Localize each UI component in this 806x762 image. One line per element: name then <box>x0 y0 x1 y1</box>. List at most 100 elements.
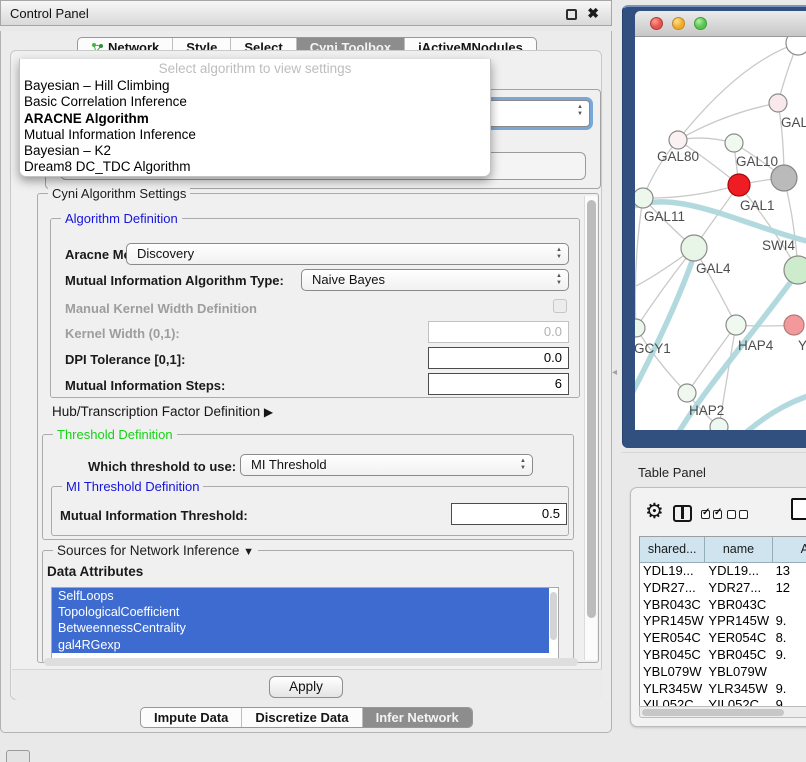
network-node-label: GAL80 <box>657 149 699 164</box>
attribute-item-selected[interactable]: BetweennessCentrality <box>52 620 549 636</box>
network-node-label: SWI4 <box>762 238 795 253</box>
table-cell: 9. <box>773 613 806 630</box>
tab-infer-network[interactable]: Infer Network <box>363 708 472 727</box>
algorithm-option[interactable]: Mutual Information Inference <box>20 127 490 143</box>
algorithm-option[interactable]: Bayesian – K2 <box>20 143 490 159</box>
network-node[interactable] <box>710 418 728 430</box>
network-edge[interactable] <box>678 43 798 140</box>
mi-threshold-input[interactable]: 0.5 <box>451 503 567 525</box>
network-edge[interactable] <box>635 198 643 328</box>
node-table: shared... name A YDL19...YDL19...13YDR27… <box>639 536 806 706</box>
algorithm-option[interactable]: Basic Correlation Inference <box>20 94 490 110</box>
sources-title-toggle[interactable]: Sources for Network Inference ▼ <box>53 543 258 558</box>
sources-title: Sources for Network Inference <box>57 543 239 558</box>
table-row[interactable]: YBR043CYBR043C <box>640 597 806 614</box>
close-traffic-light[interactable] <box>650 17 663 30</box>
table-row[interactable]: YBR045CYBR045C9. <box>640 647 806 664</box>
network-node-label: GAL <box>781 115 806 130</box>
network-edge-thick[interactable] <box>743 393 806 430</box>
network-node-y[interactable] <box>784 315 804 335</box>
tab-discretize-data[interactable]: Discretize Data <box>242 708 362 727</box>
network-node-gal11[interactable] <box>635 188 653 208</box>
minimize-traffic-light[interactable] <box>672 17 685 30</box>
mini-dock-button[interactable] <box>6 750 30 762</box>
table-row[interactable]: YIL052CYIL052C9. <box>640 697 806 706</box>
settings-scrollbar[interactable] <box>584 196 597 660</box>
data-attributes-list[interactable]: SelfLoops TopologicalCoefficient Between… <box>51 587 559 659</box>
network-node-gal1[interactable] <box>728 174 750 196</box>
tab-impute-data[interactable]: Impute Data <box>141 708 242 727</box>
mi-type-combo[interactable]: Naive Bayes ▲▼ <box>301 269 569 291</box>
network-node-gal80[interactable] <box>669 131 687 149</box>
network-node-gal[interactable] <box>769 94 787 112</box>
network-node-hap4[interactable] <box>726 315 746 335</box>
dpi-tolerance-input[interactable]: 0.0 <box>428 347 569 369</box>
screen: Control Panel ✖ Network Style Select Cyn… <box>0 0 806 762</box>
network-window-titlebar[interactable] <box>635 11 806 37</box>
algorithm-option[interactable]: Bayesian – Hill Climbing <box>20 78 490 94</box>
column-header[interactable]: A <box>773 537 806 563</box>
network-node-gcy1[interactable] <box>635 319 645 337</box>
network-canvas-svg: GALGAL80GAL10GAL1GAL11GAL4SWI4HAP4YGCY1H… <box>635 37 806 430</box>
settings-scrollbar-thumb[interactable] <box>587 200 596 618</box>
table-panel-title: Table Panel <box>638 465 706 480</box>
float-window-icon[interactable] <box>566 9 577 20</box>
network-node[interactable] <box>786 37 806 55</box>
table-row[interactable]: YDR27...YDR27...12 <box>640 580 806 597</box>
table-scrollbar-thumb[interactable] <box>642 709 784 716</box>
cyni-toolbox-panel: ▲▼ gal-filtered sif default node Select … <box>10 50 602 700</box>
column-header[interactable]: shared... <box>640 537 705 563</box>
table-cell: YER054C <box>640 630 705 647</box>
network-edge[interactable] <box>643 185 739 198</box>
attribute-item-selected[interactable]: gal4RGexp <box>52 637 549 653</box>
table-panel-separator <box>622 452 806 453</box>
manual-kernel-checkbox[interactable] <box>553 299 567 313</box>
table-row[interactable]: YPR145WYPR145W9. <box>640 613 806 630</box>
column-header[interactable]: name <box>705 537 772 563</box>
control-panel-titlebar: Control Panel ✖ <box>0 0 612 26</box>
table-doc-icon[interactable] <box>791 498 806 520</box>
select-all-icon[interactable] <box>701 510 722 519</box>
gear-icon[interactable]: ⚙ <box>645 499 664 524</box>
attribute-item-selected[interactable]: SelfLoops <box>52 588 549 604</box>
algorithm-option[interactable]: Dream8 DC_TDC Algorithm <box>20 159 490 175</box>
hub-section-toggle[interactable]: Hub/Transcription Factor Definition ▶ <box>52 404 273 419</box>
table-cell: YBR045C <box>640 647 705 664</box>
mi-steps-input[interactable]: 6 <box>428 373 569 395</box>
splitter-collapse-icon[interactable]: ◂ <box>612 367 617 378</box>
network-edge[interactable] <box>636 248 694 328</box>
table-row[interactable]: YLR345WYLR345W9. <box>640 681 806 698</box>
zoom-traffic-light[interactable] <box>694 17 707 30</box>
network-node-gal10[interactable] <box>725 134 743 152</box>
network-node-hap2[interactable] <box>678 384 696 402</box>
manual-kernel-label: Manual Kernel Width Definition <box>65 301 257 316</box>
horizontal-scrollbar[interactable] <box>44 658 578 666</box>
network-node-label: HAP4 <box>738 338 774 353</box>
network-node-gal4[interactable] <box>681 235 707 261</box>
network-canvas[interactable]: GALGAL80GAL10GAL1GAL11GAL4SWI4HAP4YGCY1H… <box>635 37 806 430</box>
kernel-width-input[interactable]: 0.0 <box>428 321 569 343</box>
table-cell: YDL19... <box>640 563 705 580</box>
table-horizontal-scrollbar[interactable] <box>639 706 806 718</box>
apply-button[interactable]: Apply <box>269 676 343 698</box>
aracne-mode-combo[interactable]: Discovery ▲▼ <box>126 243 569 265</box>
threshold-definition-group: Threshold Definition Which threshold to … <box>42 434 574 540</box>
close-icon[interactable]: ✖ <box>587 5 599 22</box>
algorithm-definition-group: Algorithm Definition Aracne Mode: Discov… <box>50 218 580 398</box>
algorithm-definition-title: Algorithm Definition <box>61 211 182 226</box>
network-node-swi4[interactable] <box>784 256 806 284</box>
attributes-scrollbar[interactable] <box>550 590 557 656</box>
dpi-tolerance-label: DPI Tolerance [0,1]: <box>65 352 185 367</box>
attribute-item-selected[interactable]: TopologicalCoefficient <box>52 604 549 620</box>
algorithm-option-selected[interactable]: ARACNE Algorithm <box>20 111 490 127</box>
cyni-algorithm-settings-group: Cyni Algorithm Settings Algorithm Defini… <box>37 193 599 663</box>
network-node-label: Y <box>798 338 806 353</box>
columns-icon[interactable] <box>673 505 692 522</box>
table-row[interactable]: YBL079WYBL079W <box>640 664 806 681</box>
deselect-all-icon[interactable] <box>727 510 748 519</box>
table-row[interactable]: YER054CYER054C8. <box>640 630 806 647</box>
which-threshold-combo[interactable]: MI Threshold ▲▼ <box>240 454 533 476</box>
table-row[interactable]: YDL19...YDL19...13 <box>640 563 806 580</box>
which-threshold-label: Which threshold to use: <box>88 459 236 474</box>
table-cell: YLR345W <box>640 681 705 698</box>
